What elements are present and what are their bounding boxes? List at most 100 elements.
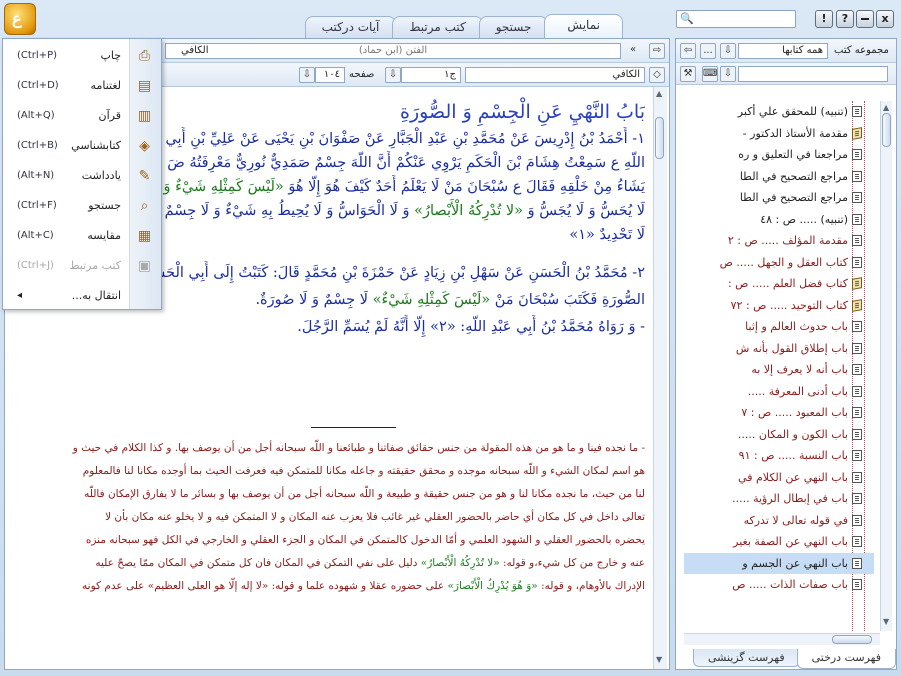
toc-tree-item[interactable]: باب حدوث العالم و إثبا	[684, 316, 874, 338]
toc-tree-item[interactable]: باب أدنى المعرفة .....	[684, 381, 874, 403]
app-logo-icon[interactable]: ع	[4, 3, 36, 35]
tab-selective-index[interactable]: فهرست گزینشی	[693, 649, 800, 667]
page-icon	[852, 149, 862, 160]
toc-toolbar-top: ⇦ ... ⇩ همه کتابها مجموعه کتب	[676, 39, 896, 63]
tab-related-books[interactable]: کتب مرتبط	[392, 16, 483, 38]
table-of-contents-panel: ⇦ ... ⇩ همه کتابها مجموعه کتب ⚒ ⌨ ⇩ (تنب…	[675, 38, 897, 670]
toc-item-label: باب النهي عن الصفة بغير	[733, 535, 848, 548]
scroll-down-icon[interactable]: ▼	[883, 617, 889, 626]
toc-tree-item[interactable]: باب في إبطال الرؤية .....	[684, 488, 874, 510]
tab-tree-index[interactable]: فهرست درختی	[796, 649, 896, 669]
toc-tree-item[interactable]: باب النسبة ..... ص : ٩١	[684, 445, 874, 467]
text-span: الصُّورَةِ فَكَتَبَ سُبْحَانَ مَنْ	[490, 292, 645, 308]
tab-display[interactable]: نمایش	[544, 14, 623, 38]
toc-tree-item[interactable]: مراجع التصحيح في الطا	[684, 187, 874, 209]
reader-scrollbar[interactable]: ▲ ▼	[653, 87, 667, 669]
toc-horizontal-scrollbar[interactable]	[684, 633, 880, 645]
app-window: ع نمایش جستجو کتب مرتبط آیات درکتب 🔍 x ?…	[0, 0, 901, 676]
toc-item-label: باب في إبطال الرؤية .....	[732, 492, 848, 505]
bibliography-icon: ◈	[139, 138, 150, 154]
scroll-up-icon[interactable]: ▲	[883, 103, 889, 112]
minimize-button[interactable]	[856, 10, 874, 28]
more-button[interactable]: ...	[700, 43, 716, 59]
toc-tree-item[interactable]: باب الكون و المكان .....	[684, 424, 874, 446]
toc-tree-item[interactable]: كتاب فضل العلم ..... ص :	[684, 273, 874, 295]
toc-tree-item[interactable]: باب المعبود ..... ص : ٧	[684, 402, 874, 424]
toc-tree-item[interactable]: باب النهي عن الصفة بغير	[684, 531, 874, 553]
tag-icon[interactable]: ◇	[649, 67, 665, 83]
menu-item[interactable]: يادداشت (Alt+N) ✎	[3, 162, 161, 192]
text-span: لَا جِسْمٌ وَ لَا صُورَةٌ.	[255, 292, 373, 308]
toc-tree-item[interactable]: باب صفات الذات ..... ص	[684, 574, 874, 596]
page-icon	[852, 450, 862, 461]
note-icon: ✎	[138, 168, 151, 184]
toc-tree-item[interactable]: (تنبیه) للمحقق علي أكبر	[684, 101, 874, 123]
toc-vertical-scrollbar[interactable]: ▲ ▼	[880, 101, 892, 631]
toc-item-label: باب الكون و المكان .....	[737, 427, 848, 441]
tab-search[interactable]: جستجو	[478, 16, 549, 38]
menu-item[interactable]: جستجو (Ctrl+F) ⌕	[3, 192, 161, 222]
toc-item-label: مراجع التصحيح في الطا	[739, 191, 848, 204]
dropdown-icon[interactable]: ⇩	[720, 43, 736, 59]
menu-item[interactable]: انتقال به... ◂	[3, 282, 161, 312]
footnote-separator	[311, 427, 396, 428]
collection-select[interactable]: همه کتابها	[738, 43, 828, 59]
scroll-down-icon[interactable]: ▼	[656, 655, 662, 664]
toc-item-label: مقدمة الأستاذ الدكتور -	[742, 126, 848, 140]
volume-down-icon[interactable]: ⇩	[385, 67, 401, 83]
toc-item-label: (تنبیه) للمحقق علي أكبر	[737, 105, 848, 118]
global-search-input[interactable]: 🔍	[676, 10, 796, 28]
info-button[interactable]: !	[815, 10, 833, 28]
volume-field[interactable]: ج١	[401, 67, 461, 83]
scroll-up-icon[interactable]: ▲	[656, 89, 662, 98]
toc-tree-item[interactable]: باب أنه لا يعرف إلا به	[684, 359, 874, 381]
text-span: «لَيْسَ كَمِثْلِهِ شَيْءٌ»	[372, 292, 491, 308]
menu-item-label: مقايسه	[87, 229, 121, 242]
toc-bottom-tabs: فهرست درختی فهرست گزینشی	[693, 649, 896, 669]
page-down-icon[interactable]: ⇩	[299, 67, 315, 83]
back-arrow-icon[interactable]: ⇦	[680, 43, 696, 59]
menu-item-shortcut: (Ctrl+J)	[17, 260, 54, 271]
toc-tree-item[interactable]: باب النهي عن الجسم و	[684, 552, 874, 574]
toc-tree-item[interactable]: مقدمة الأستاذ الدكتور -	[684, 123, 874, 145]
toc-tree-item[interactable]: (تنبیه) ..... ص : ٤٨	[684, 209, 874, 231]
toc-item-label: كتاب فضل العلم ..... ص :	[727, 277, 848, 290]
top-bar: ع نمایش جستجو کتب مرتبط آیات درکتب 🔍 x ?…	[0, 0, 901, 38]
toc-tree-item[interactable]: كتاب العقل و الجهل ..... ص	[684, 252, 874, 274]
menu-item[interactable]: قرآن (Alt+Q) ▥	[3, 102, 161, 132]
text-span: - وَ رَوَاهُ مُحَمَّدُ بْنُ أَبِي عَبْدِ…	[297, 319, 645, 335]
toc-tree-item[interactable]: مراجعنا في التعليق و ره	[684, 144, 874, 166]
keyboard-icon[interactable]: ⌨	[702, 66, 718, 82]
menu-item[interactable]: چاپ (Ctrl+P) ⎙	[3, 42, 161, 72]
book-combo[interactable]: الكافي	[465, 67, 645, 83]
close-button[interactable]: x	[876, 10, 894, 28]
scroll-thumb[interactable]	[655, 117, 664, 159]
text-span: تعالى داخل في كل مكان أي حاضر بالحضور ال…	[105, 511, 645, 523]
commentary-line: هو اسم لمكان الشيء و اللّه سبحانه موجده …	[15, 460, 645, 483]
toc-tree-item[interactable]: مقدمة المؤلف ..... ص : ٢	[684, 230, 874, 252]
search-dropdown-icon[interactable]: ⇩	[720, 66, 736, 82]
double-chevron-icon[interactable]: «	[625, 43, 641, 59]
book-icon	[852, 277, 862, 290]
menu-item[interactable]: لغتنامه (Ctrl+D) ▤	[3, 72, 161, 102]
toc-tree-item[interactable]: مراجع التصحيح في الطا	[684, 166, 874, 188]
wrench-icon[interactable]: ⚒	[680, 66, 696, 82]
help-button[interactable]: ?	[836, 10, 854, 28]
toc-tree-item[interactable]: كتاب التوحيد ..... ص : ٧٢	[684, 295, 874, 317]
page-icon	[852, 342, 862, 354]
tab-verses-in-books[interactable]: آیات درکتب	[304, 16, 397, 38]
scroll-thumb[interactable]	[832, 635, 872, 644]
toc-tree-item[interactable]: باب إطلاق القول بأنه ش	[684, 338, 874, 360]
toc-tree-item[interactable]: في قوله تعالى لا تدركه	[684, 510, 874, 532]
author-field[interactable]: الفتن (ابن حماد)	[165, 43, 621, 59]
text-span: يحضره بالحضور العقلي و الشهود العلمي و أ…	[85, 534, 645, 546]
toc-item-label: باب صفات الذات ..... ص	[732, 578, 848, 591]
toc-tree-item[interactable]: باب النهي عن الكلام في	[684, 467, 874, 489]
toc-search-input[interactable]	[738, 66, 888, 82]
page-field[interactable]: ١٠٤	[315, 67, 345, 83]
menu-item[interactable]: مقايسه (Alt+C) ▦	[3, 222, 161, 252]
forward-arrow-icon[interactable]: ⇨	[649, 43, 665, 59]
menu-item[interactable]: كتابشناسي (Ctrl+B) ◈	[3, 132, 161, 162]
text-span: ١- أَحْمَدُ بْنُ إِدْرِيسَ عَنْ مُحَمَّد…	[147, 131, 645, 147]
scroll-thumb[interactable]	[882, 113, 891, 147]
